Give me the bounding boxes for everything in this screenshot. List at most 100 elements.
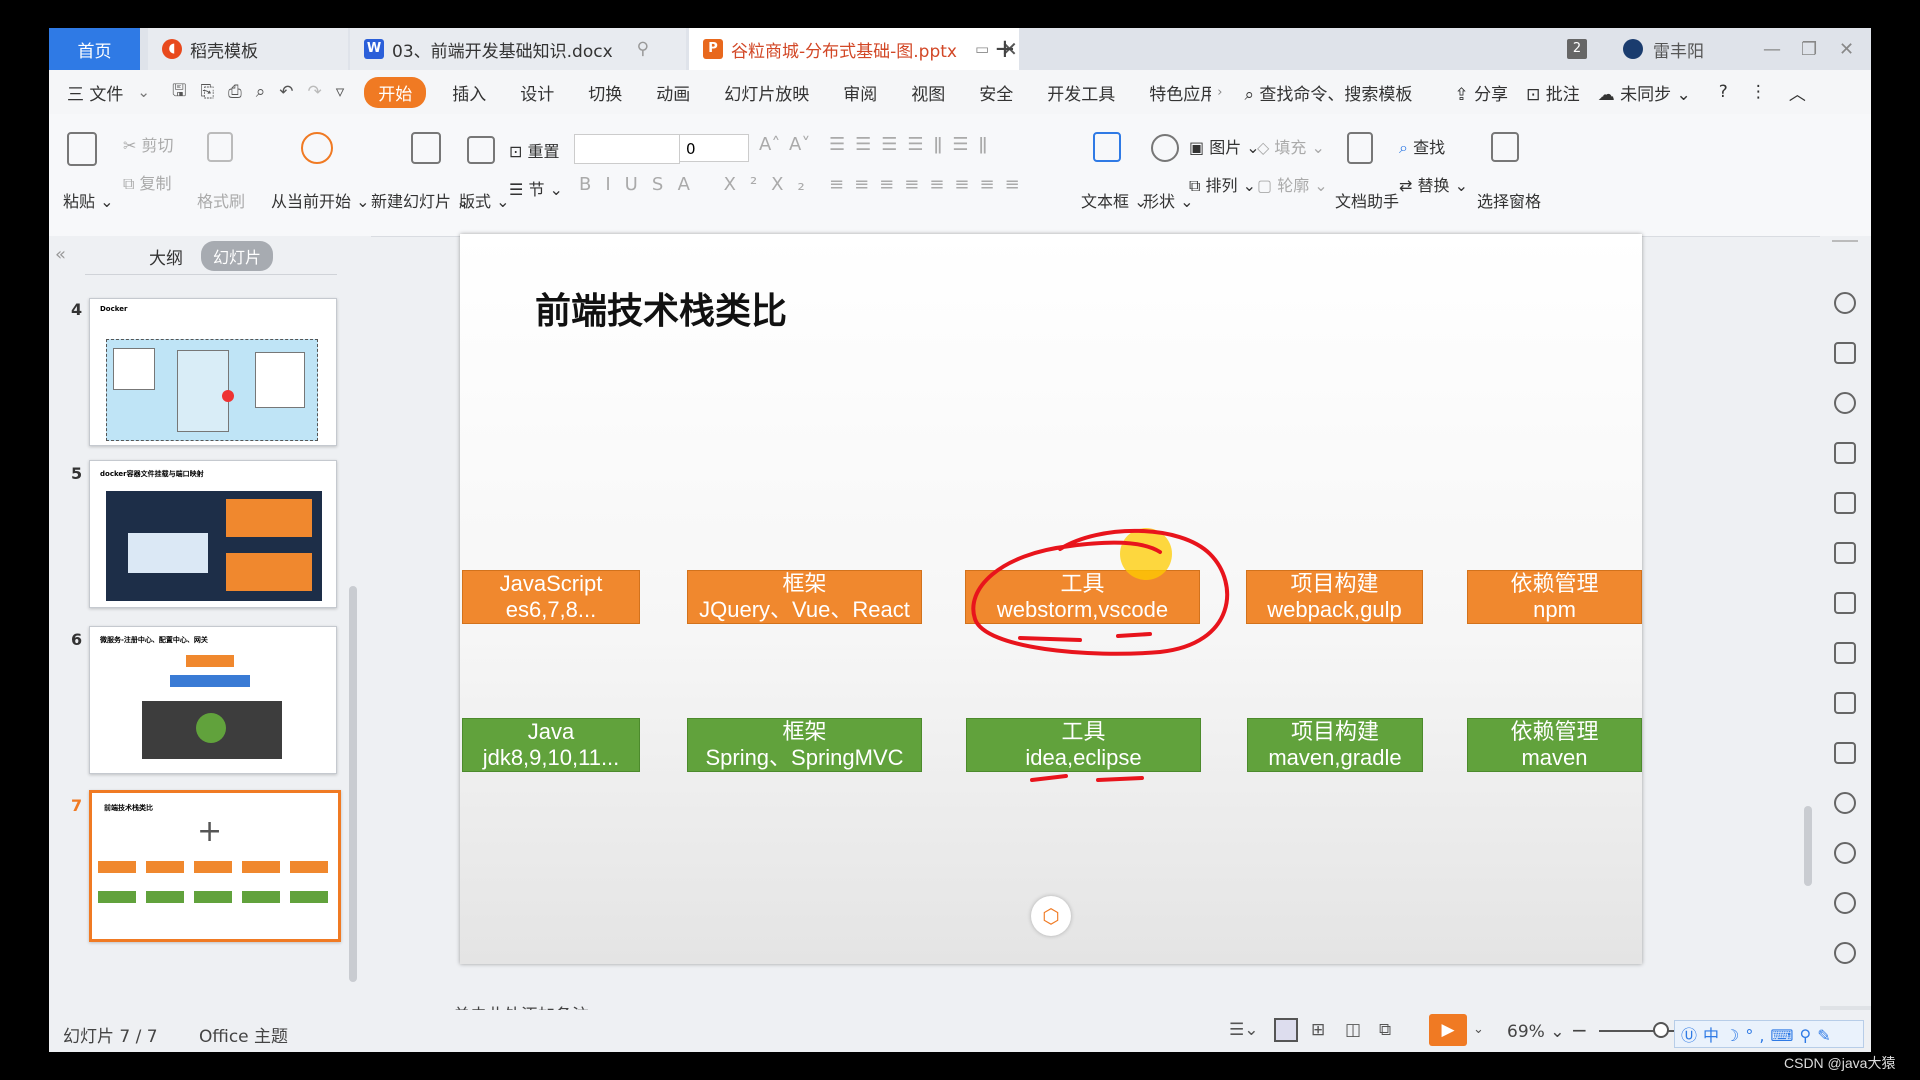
tab-template[interactable]: ◖ 稻壳模板: [148, 28, 348, 70]
chevron-down-icon[interactable]: ⌄: [1473, 1022, 1484, 1037]
zoom-slider-thumb[interactable]: [1653, 1022, 1669, 1038]
tab-ppt[interactable]: P 谷粒商城-分布式基础-图.pptx ▭ ✕: [689, 28, 1019, 70]
slide-thumbnail-7[interactable]: 前端技术栈类比: [89, 790, 341, 942]
menu-animation[interactable]: 动画: [656, 80, 690, 105]
chevron-down-icon[interactable]: ⌄: [137, 83, 150, 101]
play-from-current-button[interactable]: 从当前开始 ⌄: [271, 188, 370, 212]
arrange-button[interactable]: ⧉ 排列 ⌄: [1189, 172, 1256, 196]
comment-button[interactable]: ⊡ 批注: [1526, 80, 1580, 105]
close-window-icon[interactable]: ✕: [1839, 28, 1854, 70]
tab-slides[interactable]: 幻灯片: [201, 241, 274, 271]
more-icon[interactable]: ⋮: [1750, 82, 1767, 102]
collapse-ribbon-icon[interactable]: ︿: [1789, 80, 1806, 105]
tab-home[interactable]: 首页: [49, 28, 140, 70]
select-pane-button[interactable]: 选择窗格: [1477, 188, 1541, 212]
slide-thumbnail-4[interactable]: Docker: [89, 298, 337, 446]
zoom-out-icon[interactable]: −: [1571, 1018, 1588, 1042]
slide-canvas[interactable]: 前端技术栈类比 JavaScript es6,7,8... 框架 JQuery、…: [460, 234, 1642, 964]
menu-view[interactable]: 视图: [911, 80, 945, 105]
monitor-icon[interactable]: ▭: [975, 40, 989, 58]
thumbnail-scrollbar[interactable]: [349, 586, 357, 982]
zoom-level[interactable]: 69% ⌄: [1507, 1022, 1564, 1042]
sound-icon[interactable]: [1834, 792, 1856, 814]
help-circle-icon[interactable]: [1834, 942, 1856, 964]
shape-button[interactable]: 形状 ⌄: [1143, 188, 1194, 212]
ime-toolbar[interactable]: Ⓤ中☽°,⌨⚲✎: [1674, 1020, 1864, 1048]
section-button[interactable]: ☰ 节 ⌄: [509, 176, 563, 200]
notes-toggle-icon[interactable]: ☰⌄: [1229, 1020, 1258, 1040]
sync-button[interactable]: ☁ 未同步 ⌄: [1598, 80, 1691, 105]
menu-transition[interactable]: 切换: [588, 80, 622, 105]
pin-icon[interactable]: ⚲: [637, 39, 649, 59]
menu-dev-tools[interactable]: 开发工具: [1047, 80, 1115, 105]
copy-icon[interactable]: [1834, 342, 1856, 364]
compass-icon[interactable]: [1834, 842, 1856, 864]
star-icon[interactable]: [1834, 292, 1856, 314]
slide-thumbnail-6[interactable]: 微服务-注册中心、配置中心、网关: [89, 626, 337, 774]
menu-design[interactable]: 设计: [520, 80, 554, 105]
slideshow-play-button[interactable]: ▶: [1429, 1014, 1467, 1046]
new-tab-button[interactable]: +: [994, 28, 1016, 70]
find-button[interactable]: ⌕ 查找: [1399, 134, 1445, 158]
copy-button[interactable]: ⧉ 复制: [123, 170, 172, 194]
cut-button[interactable]: ✂ 剪切: [123, 132, 174, 156]
paragraph-buttons-row1[interactable]: ☰☰☰☰ǁ☰ǁ: [829, 134, 997, 155]
user-account[interactable]: 雷丰阳: [1623, 28, 1704, 70]
font-size-select[interactable]: 0: [679, 134, 749, 162]
reset-button[interactable]: ⊡ 重置: [509, 138, 560, 162]
export-icon[interactable]: ⎘: [200, 82, 214, 102]
presenter-view-icon[interactable]: ⧉: [1379, 1020, 1391, 1040]
animation-icon[interactable]: [1834, 442, 1856, 464]
grow-font-icon[interactable]: A˄: [759, 134, 780, 155]
grid-icon[interactable]: [1834, 492, 1856, 514]
gallery-icon[interactable]: [1834, 592, 1856, 614]
menu-security[interactable]: 安全: [979, 80, 1013, 105]
save-icon[interactable]: 🖫: [172, 78, 186, 107]
restore-icon[interactable]: ❐: [1801, 28, 1817, 70]
tab-doc[interactable]: W 03、前端开发基础知识.docx ⚲: [350, 28, 686, 70]
paragraph-buttons-row2[interactable]: ≡≡≡≡≡≡≡≡: [829, 174, 1030, 195]
canvas-scrollbar[interactable]: [1804, 806, 1812, 886]
layout-button[interactable]: 版式 ⌄: [459, 188, 510, 212]
sorter-view-icon[interactable]: ⊞: [1311, 1020, 1325, 1040]
replace-button[interactable]: ⇄ 替换 ⌄: [1399, 172, 1468, 196]
menu-insert[interactable]: 插入: [452, 80, 486, 105]
minimize-icon[interactable]: —: [1763, 28, 1781, 70]
redo-icon[interactable]: ↷: [307, 82, 321, 102]
format-painter-button[interactable]: 格式刷: [197, 188, 245, 212]
wps-assistant-icon[interactable]: ⬡: [1031, 896, 1071, 936]
print-icon[interactable]: ⎙: [228, 82, 242, 102]
normal-view-icon[interactable]: [1274, 1018, 1298, 1042]
outline-button[interactable]: ▢ 轮廓 ⌄: [1257, 172, 1328, 196]
menu-start[interactable]: 开始: [364, 76, 427, 108]
menu-review[interactable]: 审阅: [843, 80, 877, 105]
share-icon[interactable]: [1834, 642, 1856, 664]
menu-file[interactable]: 三 文件: [67, 80, 123, 105]
slide-thumbnail-5[interactable]: docker容器文件挂载与端口映射: [89, 460, 337, 608]
share-button[interactable]: ⇪ 分享: [1454, 80, 1508, 105]
customize-icon[interactable]: ▿: [336, 82, 345, 102]
drag-handle[interactable]: [1832, 240, 1858, 242]
shrink-font-icon[interactable]: A˅: [789, 134, 810, 155]
picture-button[interactable]: ▣ 图片 ⌄: [1189, 134, 1260, 158]
help-icon[interactable]: ?: [1719, 82, 1728, 102]
command-search[interactable]: ⌕ 查找命令、搜索模板: [1244, 80, 1412, 105]
fill-button[interactable]: ◇ 填充 ⌄: [1257, 134, 1325, 158]
new-slide-button[interactable]: 新建幻灯片 ⌄: [371, 188, 470, 212]
undo-icon[interactable]: ↶: [279, 82, 293, 102]
preview-icon[interactable]: ⌕: [256, 82, 266, 102]
menu-slideshow[interactable]: 幻灯片放映: [724, 80, 809, 105]
shapes-icon[interactable]: [1834, 392, 1856, 414]
paste-button[interactable]: 粘贴 ⌄: [63, 188, 114, 212]
reading-view-icon[interactable]: ◫: [1345, 1020, 1361, 1040]
image-icon[interactable]: [1834, 742, 1856, 764]
menu-featured[interactable]: 特色应用: [1149, 80, 1211, 105]
collapse-panel-icon[interactable]: «: [55, 244, 66, 265]
font-name-select[interactable]: [574, 134, 680, 164]
tab-outline[interactable]: 大纲: [149, 244, 183, 269]
textbox-button[interactable]: 文本框 ⌄: [1081, 188, 1148, 212]
font-style-buttons[interactable]: BIUSA X²X₂: [579, 174, 819, 195]
doc-assistant-button[interactable]: 文档助手: [1335, 188, 1399, 212]
archive-icon[interactable]: [1834, 692, 1856, 714]
window-count-badge[interactable]: 2: [1567, 28, 1587, 70]
